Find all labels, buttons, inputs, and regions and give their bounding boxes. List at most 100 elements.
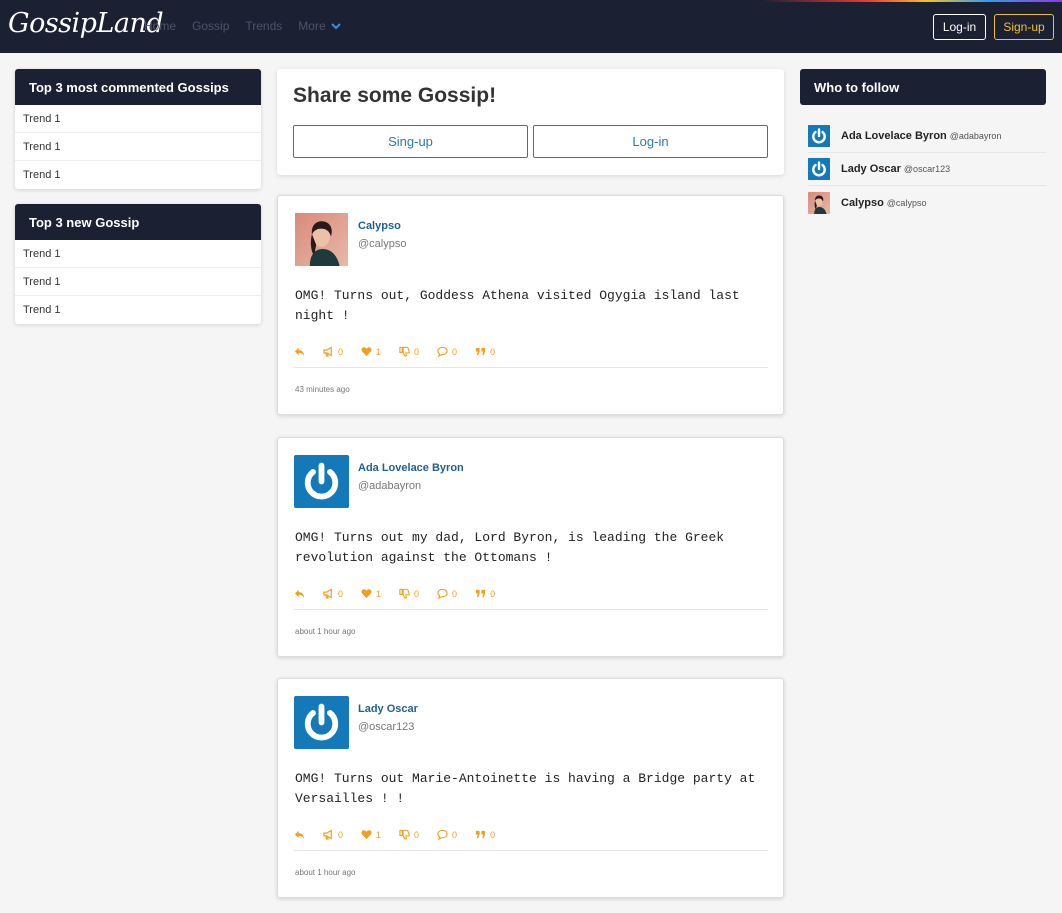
post-timestamp: about 1 hour ago [295,627,356,636]
megaphone-icon [323,588,332,599]
nav-link-home[interactable]: Home [144,19,176,33]
post-author-name[interactable]: Ada Lovelace Byron [358,462,464,474]
dislike-count: 0 [414,346,420,357]
like-count: 1 [376,346,382,357]
reply-button[interactable] [294,346,305,357]
comment-button[interactable]: 0 [437,829,457,840]
trend-item[interactable]: Trend 1 [15,296,261,324]
dislike-button[interactable]: 0 [399,588,419,599]
follow-name[interactable]: Calypso [841,197,884,209]
gossip-post: Lady Oscar @oscar123 OMG! Turns out Mari… [277,678,784,898]
follow-name[interactable]: Lady Oscar [841,163,901,175]
avatar[interactable] [808,158,830,180]
comment-button[interactable]: 0 [437,588,457,599]
post-author-handle: @oscar123 [358,721,415,733]
heart-icon [361,589,372,599]
megaphone-count: 0 [338,346,344,357]
like-button[interactable]: 1 [361,829,381,840]
trend-item[interactable]: Trend 1 [15,268,261,296]
quote-button[interactable]: 0 [475,829,495,840]
nav-link-trends[interactable]: Trends [245,19,282,33]
nav-links: Home Gossip Trends More [144,19,341,33]
megaphone-button[interactable]: 0 [323,588,343,599]
login-button[interactable]: Log-in [933,14,986,40]
post-text: OMG! Turns out my dad, Lord Byron, is le… [295,530,725,565]
new-gossip-panel: Top 3 new Gossip Trend 1 Trend 1 Trend 1 [15,204,261,324]
gossip-post: Calypso @calypso OMG! Turns out, Goddess… [277,195,784,415]
dislike-count: 0 [414,829,420,840]
post-actions: 0 1 0 0 0 [294,588,768,610]
follow-handle: @adabayron [949,131,1002,141]
megaphone-count: 0 [338,829,344,840]
quote-button[interactable]: 0 [475,588,495,599]
user-photo [808,191,830,214]
heart-icon [361,830,372,840]
dislike-button[interactable]: 0 [399,346,419,357]
heart-icon [361,347,372,357]
quote-button[interactable]: 0 [475,346,495,357]
share-title: Share some Gossip! [293,84,497,107]
post-author-name[interactable]: Calypso [358,220,401,232]
quote-icon [475,347,486,356]
quote-count: 0 [490,829,496,840]
who-to-follow-title: Who to follow [800,69,1046,105]
share-signup-button[interactable]: Sing-up [293,125,528,158]
thumbs-down-icon [399,346,410,357]
like-button[interactable]: 1 [361,346,381,357]
dislike-button[interactable]: 0 [399,829,419,840]
follow-handle: @oscar123 [903,164,951,174]
nav-more-dropdown[interactable]: More [298,19,341,33]
most-commented-panel: Top 3 most commented Gossips Trend 1 Tre… [15,69,261,189]
user-photo [295,213,348,266]
most-commented-title: Top 3 most commented Gossips [15,69,261,105]
avatar[interactable] [808,125,830,147]
quote-icon [475,589,486,598]
dislike-count: 0 [414,588,420,599]
comment-count: 0 [452,588,458,599]
post-author-name[interactable]: Lady Oscar [358,703,418,715]
quote-icon [475,830,486,839]
comment-icon [437,829,448,840]
megaphone-button[interactable]: 0 [323,829,343,840]
reply-button[interactable] [294,588,305,599]
signup-button[interactable]: Sign-up [994,14,1054,40]
navbar-accent-stripe [762,0,1062,2]
like-button[interactable]: 1 [361,588,381,599]
follow-suggestion[interactable]: Ada Lovelace Byron @adabayron [808,120,1046,153]
follow-suggestion[interactable]: Calypso @calypso [808,186,1046,219]
brand-logo[interactable]: GossipLand [8,8,164,39]
share-gossip-card: Share some Gossip! Sing-up Log-in [277,69,784,175]
comment-button[interactable]: 0 [437,346,457,357]
like-count: 1 [376,829,382,840]
post-author-handle: @adabayron [358,480,422,492]
comment-count: 0 [452,346,458,357]
power-icon [808,158,830,180]
trend-item[interactable]: Trend 1 [15,240,261,268]
power-icon [808,125,830,147]
trend-item[interactable]: Trend 1 [15,133,261,161]
comment-count: 0 [452,829,458,840]
share-login-button[interactable]: Log-in [533,125,768,158]
quote-count: 0 [490,346,496,357]
like-count: 1 [376,588,382,599]
follow-name[interactable]: Ada Lovelace Byron [841,130,947,142]
comment-icon [437,346,448,357]
nav-more-label: More [298,19,326,33]
post-timestamp: about 1 hour ago [295,868,356,877]
follow-handle: @calypso [886,197,927,208]
post-timestamp: 43 minutes ago [295,385,350,394]
reply-button[interactable] [294,829,305,840]
avatar[interactable] [808,191,830,214]
trend-item[interactable]: Trend 1 [15,105,261,133]
trend-item[interactable]: Trend 1 [15,161,261,189]
follow-suggestion[interactable]: Lady Oscar @oscar123 [808,153,1046,186]
thumbs-down-icon [399,588,410,599]
avatar[interactable] [294,696,349,749]
thumbs-down-icon [399,829,410,840]
avatar[interactable] [294,213,349,266]
post-actions: 0 1 0 0 0 [294,829,768,851]
megaphone-button[interactable]: 0 [323,346,343,357]
nav-link-gossip[interactable]: Gossip [192,19,229,33]
power-icon [294,455,349,508]
avatar[interactable] [294,455,349,508]
